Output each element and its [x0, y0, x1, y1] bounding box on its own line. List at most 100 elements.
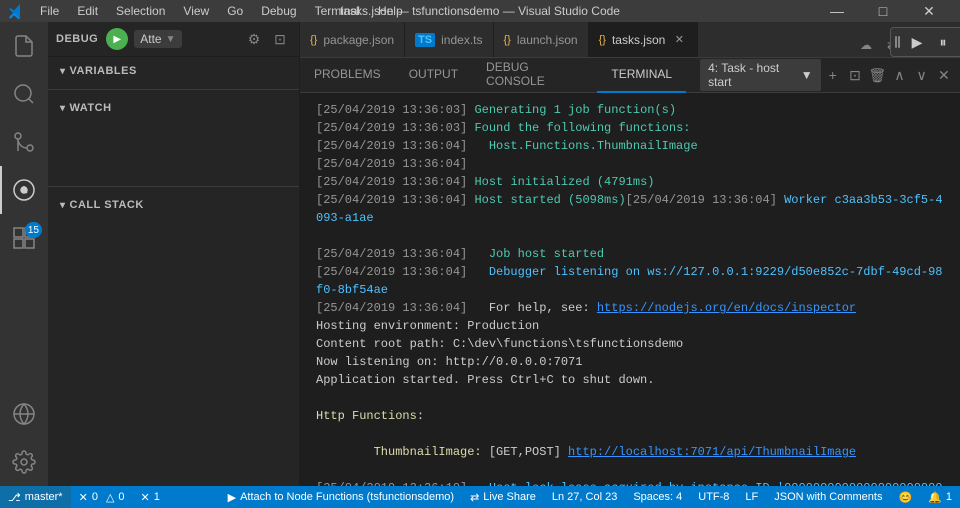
language-label: JSON with Comments [774, 491, 882, 503]
activity-remote[interactable] [0, 390, 48, 438]
terminal-blank-1 [316, 227, 944, 245]
live-share-icon: ⇄ [470, 491, 479, 504]
status-notifications[interactable]: 🔔 1 [920, 486, 960, 508]
error-count: 0 [92, 491, 98, 503]
debug-config-selector[interactable]: Atte ▼ [134, 30, 181, 48]
bell-icon: 🔔 [928, 491, 942, 504]
activity-bar: 15 [0, 22, 48, 486]
debug-drag-handle[interactable] [895, 32, 901, 52]
panel-area: PROBLEMS OUTPUT DEBUG CONSOLE TERMINAL 4… [300, 57, 960, 486]
live-share-label: Live Share [483, 491, 536, 503]
menu-view[interactable]: View [175, 2, 217, 20]
cursor-position-label: Ln 27, Col 23 [552, 491, 617, 503]
menu-go[interactable]: Go [219, 2, 251, 20]
menu-file[interactable]: File [32, 2, 67, 20]
launch-json-icon: {} [504, 34, 511, 46]
debug-pause-button[interactable]: ⏸ [931, 30, 955, 54]
callstack-header[interactable]: ▾ CALL STACK [48, 191, 299, 219]
tab-tasks-json[interactable]: {} tasks.json ✕ [589, 22, 699, 57]
activity-extensions[interactable]: 15 [0, 214, 48, 262]
watch-header[interactable]: ▾ WATCH [48, 94, 299, 122]
variables-header[interactable]: ▾ VARIABLES [48, 57, 299, 85]
tasks-json-icon: {} [599, 34, 606, 46]
tab-index-ts[interactable]: TS index.ts [405, 22, 493, 57]
terminal-minimize-button[interactable]: ∨ [912, 64, 932, 86]
variables-section: ▾ VARIABLES [48, 57, 299, 85]
status-errors[interactable]: ✕ 0 △ 0 [71, 486, 133, 508]
terminal-line-4: [25/04/2019 13:36:04] [316, 155, 944, 173]
debug-config-chevron: ▼ [166, 34, 176, 45]
tab-output[interactable]: OUTPUT [395, 58, 472, 93]
variables-arrow: ▾ [60, 66, 66, 77]
debug-task-label: Attach to Node Functions (tsfunctionsdem… [240, 491, 454, 503]
tabs-bar: {} package.json TS index.ts {} launch.js… [300, 22, 960, 57]
debug-label: DEBUG [56, 33, 98, 45]
tab-action-sync[interactable]: ☁ [854, 33, 878, 57]
maximize-button[interactable]: □ [860, 0, 906, 22]
activity-debug[interactable] [0, 166, 48, 214]
status-git-branch[interactable]: ⎇ master* [0, 486, 71, 508]
tab-package-json-label: package.json [323, 33, 394, 47]
window-controls: — □ ✕ [814, 0, 952, 22]
debug-settings-button[interactable]: ⚙ [243, 28, 265, 50]
status-encoding[interactable]: UTF-8 [690, 486, 737, 508]
terminal-line-5: [25/04/2019 13:36:04] Host initialized (… [316, 173, 944, 191]
tab-problems[interactable]: PROBLEMS [300, 58, 395, 93]
minimize-button[interactable]: — [814, 0, 860, 22]
callstack-content [48, 219, 299, 486]
tab-package-json[interactable]: {} package.json [300, 22, 405, 57]
tab-launch-json[interactable]: {} launch.json [494, 22, 589, 57]
status-debug-task[interactable]: ▶ Attach to Node Functions (tsfunctionsd… [220, 486, 462, 508]
terminal-split-button[interactable]: ⊡ [845, 64, 865, 86]
vscode-logo [8, 3, 24, 19]
callstack-arrow: ▾ [60, 200, 66, 211]
terminal-selector-label: 4: Task - host start [708, 61, 797, 89]
tab-debug-console[interactable]: DEBUG CONSOLE [472, 58, 597, 93]
status-spaces[interactable]: Spaces: 4 [625, 486, 690, 508]
terminal-line-16: [25/04/2019 13:36:10] Host lock lease ac… [316, 479, 944, 486]
notification-count: 1 [946, 491, 952, 503]
error-icon: ✕ [79, 491, 88, 504]
tab-terminal[interactable]: TERMINAL [597, 58, 686, 93]
menu-debug[interactable]: Debug [253, 2, 304, 20]
package-json-icon: {} [310, 34, 317, 46]
debug-toolbar: DEBUG ▶ Atte ▼ ⚙ ⊡ [48, 22, 299, 57]
debug-split-button[interactable]: ⊡ [269, 28, 291, 50]
menu-selection[interactable]: Selection [108, 2, 173, 20]
status-live-share[interactable]: ⇄ Live Share [462, 486, 544, 508]
terminal-add-button[interactable]: + [823, 64, 843, 86]
window-title: tasks.json — tsfunctionsdemo — Visual St… [340, 4, 620, 18]
status-language[interactable]: JSON with Comments [766, 486, 890, 508]
terminal-line-10: Hosting environment: Production [316, 317, 944, 335]
terminal-trash-button[interactable]: 🗑 [867, 64, 887, 86]
activity-explorer[interactable] [0, 22, 48, 70]
terminal-maximize-button[interactable]: ∧ [889, 64, 909, 86]
status-cursor-position[interactable]: Ln 27, Col 23 [544, 486, 625, 508]
variables-label: VARIABLES [70, 65, 137, 77]
status-eol[interactable]: LF [737, 486, 766, 508]
close-button[interactable]: ✕ [906, 0, 952, 22]
terminal-close-button[interactable]: ✕ [934, 64, 954, 86]
debug-play-button[interactable]: ▶ [106, 28, 128, 50]
terminal-selector[interactable]: 4: Task - host start ▼ [700, 59, 821, 91]
status-smiley[interactable]: 😊 [890, 486, 920, 508]
debug-config-label: Atte [140, 32, 161, 46]
menu-edit[interactable]: Edit [69, 2, 106, 20]
terminal-line-1: [25/04/2019 13:36:03] Generating 1 job f… [316, 101, 944, 119]
terminal-content[interactable]: [25/04/2019 13:36:03] Generating 1 job f… [300, 93, 960, 486]
status-bar: ⎇ master* ✕ 0 △ 0 ✕ 1 ▶ Attach to Node F… [0, 486, 960, 508]
tab-tasks-json-close[interactable]: ✕ [671, 32, 687, 48]
activity-settings[interactable] [0, 438, 48, 486]
warning-count: 0 [118, 491, 124, 503]
activity-source-control[interactable] [0, 118, 48, 166]
debug-continue-button[interactable]: ▶ [905, 30, 929, 54]
activity-search[interactable] [0, 70, 48, 118]
sidebar: DEBUG ▶ Atte ▼ ⚙ ⊡ ▾ VARIABLES ▾ WATCH [48, 22, 300, 486]
terminal-line-6: [25/04/2019 13:36:04] Host started (5098… [316, 191, 944, 227]
status-lightning[interactable]: ✕ 1 [133, 486, 168, 508]
panel-tab-actions: 4: Task - host start ▼ + ⊡ 🗑 ∧ ∨ ✕ [686, 59, 960, 91]
terminal-line-7: [25/04/2019 13:36:04] Job host started [316, 245, 944, 263]
terminal-blank-4 [316, 461, 944, 479]
smiley-icon: 😊 [898, 491, 912, 504]
main-container: 15 DEBUG ▶ Atte ▼ ⚙ ⊡ [0, 22, 960, 486]
